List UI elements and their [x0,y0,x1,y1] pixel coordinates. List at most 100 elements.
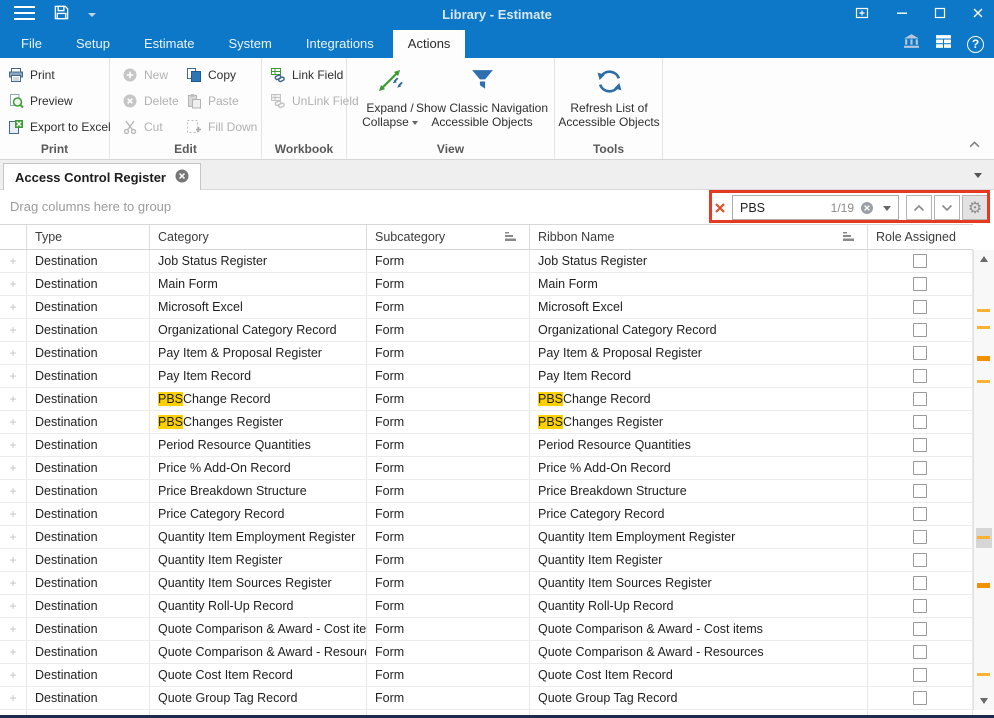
cut-button[interactable]: Cut [118,116,167,138]
ribbon-tab-estimate[interactable]: Estimate [129,30,210,58]
table-row[interactable]: +DestinationOrganizational Category Reco… [0,319,973,342]
row-expand-button[interactable]: + [0,549,27,571]
clear-icon[interactable] [860,201,874,215]
ribbon-tab-integrations[interactable]: Integrations [291,30,389,58]
search-hit-marker[interactable] [977,326,990,329]
row-expand-button[interactable]: + [0,273,27,295]
ribbon-tab-actions[interactable]: Actions [393,30,466,58]
row-expand-button[interactable]: + [0,480,27,502]
collapse-ribbon-icon[interactable] [969,135,980,153]
column-header-role-assigned[interactable]: Role Assigned [868,225,973,249]
vertical-scrollbar[interactable] [973,250,994,710]
row-expand-button[interactable]: + [0,618,27,640]
company-icon[interactable] [903,33,920,55]
column-header-ribbon-name[interactable]: Ribbon Name [530,225,868,249]
role-assigned-checkbox[interactable] [913,576,927,590]
column-header-subcategory[interactable]: Subcategory [367,225,530,249]
copy-button[interactable]: Copy [182,64,240,86]
fill-down-button[interactable]: Fill Down [182,116,261,138]
role-assigned-checkbox[interactable] [913,415,927,429]
search-hit-marker[interactable] [977,356,990,361]
new-window-icon[interactable] [854,5,870,26]
row-expand-button[interactable]: + [0,388,27,410]
row-expand-button[interactable]: + [0,434,27,456]
delete-button[interactable]: Delete [118,90,183,112]
close-find-icon[interactable] [708,202,732,214]
gear-icon[interactable]: ⚙ [962,195,988,220]
find-previous-button[interactable] [906,195,932,220]
document-tab-access-control-register[interactable]: Access Control Register [3,163,201,191]
maximize-icon[interactable] [934,6,946,24]
hamburger-icon[interactable] [14,6,35,25]
search-hit-marker[interactable] [977,380,990,383]
row-expand-button[interactable]: + [0,664,27,686]
role-assigned-checkbox[interactable] [913,438,927,452]
link-field-button[interactable]: Link Field [266,64,347,86]
table-row[interactable]: +DestinationMicrosoft ExcelFormMicrosoft… [0,296,973,319]
tab-list-dropdown-icon[interactable] [974,173,982,178]
table-row[interactable]: +DestinationQuantity Item RegisterFormQu… [0,549,973,572]
table-row[interactable]: +DestinationPay Item RecordFormPay Item … [0,365,973,388]
new-button[interactable]: New [118,64,172,86]
find-next-button[interactable] [934,195,960,220]
table-row[interactable]: +DestinationQuote Comparison & Award - R… [0,641,973,664]
role-assigned-checkbox[interactable] [913,599,927,613]
role-assigned-checkbox[interactable] [913,622,927,636]
search-hit-marker[interactable] [977,309,990,312]
role-assigned-checkbox[interactable] [913,553,927,567]
search-hit-marker[interactable] [977,673,990,676]
minimize-icon[interactable] [896,6,908,24]
role-assigned-checkbox[interactable] [913,254,927,268]
column-header-type[interactable]: Type [27,225,150,249]
tab-close-icon[interactable] [175,169,189,186]
scroll-up-icon[interactable] [980,256,988,262]
role-assigned-checkbox[interactable] [913,346,927,360]
role-assigned-checkbox[interactable] [913,645,927,659]
ribbon-tab-system[interactable]: System [214,30,287,58]
row-expand-button[interactable]: + [0,572,27,594]
save-icon[interactable] [53,4,70,26]
role-assigned-checkbox[interactable] [913,691,927,705]
workbook-grid-icon[interactable] [935,33,952,55]
table-row[interactable]: +DestinationQuote Cost Item RecordFormQu… [0,664,973,687]
row-expand-button[interactable]: + [0,526,27,548]
row-expand-button[interactable]: + [0,687,27,709]
row-expand-button[interactable]: + [0,595,27,617]
role-assigned-checkbox[interactable] [913,323,927,337]
role-assigned-checkbox[interactable] [913,369,927,383]
table-row[interactable]: +DestinationPay Item & Proposal Register… [0,342,973,365]
table-row[interactable]: +DestinationQuantity Roll-Up RecordFormQ… [0,595,973,618]
print-button[interactable]: Print [4,64,59,86]
role-assigned-checkbox[interactable] [913,277,927,291]
refresh-accessible-objects-button[interactable]: Refresh List of Accessible Objects [557,61,661,129]
search-hit-marker[interactable] [977,536,990,539]
row-expand-button[interactable]: + [0,641,27,663]
column-header-category[interactable]: Category [150,225,367,249]
row-expand-button[interactable]: + [0,411,27,433]
row-expand-button[interactable]: + [0,457,27,479]
role-assigned-checkbox[interactable] [913,530,927,544]
table-row[interactable]: +DestinationPrice Category RecordFormPri… [0,503,973,526]
table-row[interactable]: +DestinationPrice Breakdown StructureFor… [0,480,973,503]
table-row[interactable]: +DestinationPrice % Add-On RecordFormPri… [0,457,973,480]
export-to-excel-button[interactable]: Export to Excel [4,116,115,138]
table-row[interactable]: +DestinationQuantity Item Employment Reg… [0,526,973,549]
table-row[interactable]: +DestinationMain FormFormMain Form [0,273,973,296]
role-assigned-checkbox[interactable] [913,300,927,314]
table-row[interactable]: +DestinationPBS Changes RegisterFormPBS … [0,411,973,434]
table-row[interactable]: +DestinationJob Status RegisterFormJob S… [0,250,973,273]
role-assigned-checkbox[interactable] [913,461,927,475]
table-row[interactable]: +DestinationPBS Change RecordFormPBS Cha… [0,388,973,411]
scroll-down-icon[interactable] [980,698,988,704]
role-assigned-checkbox[interactable] [913,392,927,406]
help-icon[interactable]: ? [967,36,984,53]
table-row[interactable]: +DestinationQuantity Item Sources Regist… [0,572,973,595]
quick-access-dropdown-caret-icon[interactable] [88,13,96,17]
caret-down-icon[interactable] [883,206,891,211]
ribbon-tab-setup[interactable]: Setup [61,30,125,58]
role-assigned-checkbox[interactable] [913,507,927,521]
search-hit-marker[interactable] [977,583,990,588]
show-classic-navigation-button[interactable]: Show Classic Navigation Accessible Objec… [411,61,553,129]
row-expand-button[interactable]: + [0,342,27,364]
role-assigned-checkbox[interactable] [913,484,927,498]
